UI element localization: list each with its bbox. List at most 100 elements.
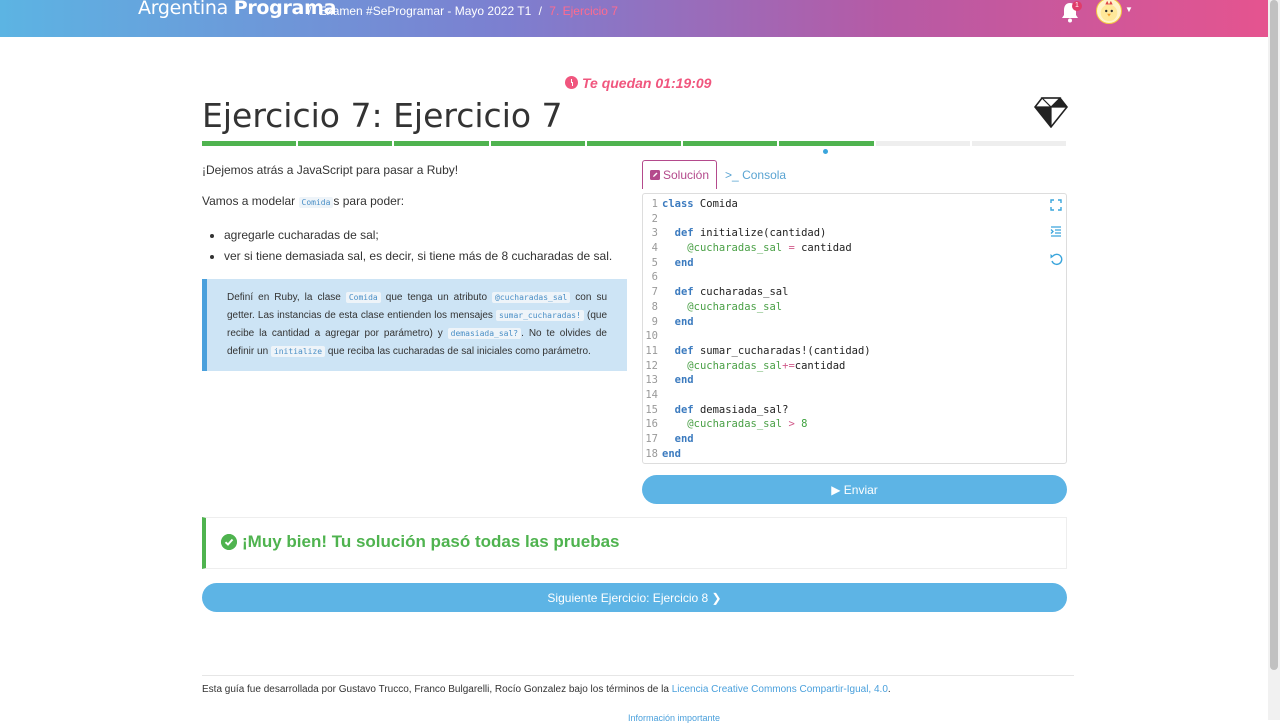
code-line: 7 def cucharadas_sal: [643, 285, 1066, 300]
tip-text: Definí en Ruby, la clase: [227, 292, 346, 303]
line-number: 8: [651, 300, 658, 313]
line-number: 10: [645, 330, 658, 343]
line-number: 14: [645, 388, 658, 401]
code-line: 5 end: [643, 256, 1066, 271]
line-number: 9: [651, 315, 658, 328]
code-line: 10: [643, 329, 1066, 344]
code-line: 8 @cucharadas_sal: [643, 300, 1066, 315]
progress-step-9[interactable]: [971, 141, 1066, 146]
code-line: 15 def demasiada_sal?: [643, 403, 1066, 418]
line-number: 4: [651, 242, 658, 255]
inline-code: Comida: [345, 292, 381, 303]
line-number: 1: [651, 198, 658, 210]
footer-text: Esta guía fue desarrollada por Gustavo T…: [202, 684, 672, 695]
inline-code: demasiada_sal?: [447, 328, 522, 339]
line-number: 6: [651, 271, 658, 284]
progress-step-3[interactable]: [394, 141, 489, 146]
model-text-post: s para poder:: [333, 194, 405, 208]
code-line: 14: [643, 388, 1066, 403]
line-number: 2: [651, 212, 658, 225]
instructions-box: Definí en Ruby, la clase Comida que teng…: [202, 279, 627, 371]
check-circle-icon: [221, 534, 237, 550]
model-text: Vamos a modelar Comida s para poder:: [202, 193, 627, 211]
breadcrumb-exam[interactable]: Examen #SeProgramar - Mayo 2022 T1: [319, 4, 532, 18]
line-number: 5: [651, 256, 658, 269]
progress-step-4[interactable]: [490, 141, 585, 146]
line-number: 17: [645, 433, 658, 445]
success-message: ¡Muy bien! Tu solución pasó todas las pr…: [242, 532, 620, 551]
code-line: 4 @cucharadas_sal = cantidad: [643, 241, 1066, 256]
play-icon: ▶: [831, 482, 844, 497]
next-exercise-button[interactable]: Siguiente Ejercicio: Ejercicio 8 ❯: [202, 583, 1067, 612]
scrollbar-thumb[interactable]: [1270, 0, 1278, 670]
inline-code: @cucharadas_sal: [492, 292, 571, 303]
inline-code: Comida: [298, 197, 334, 208]
indent-icon[interactable]: [1049, 225, 1063, 239]
footer-end: .: [887, 684, 891, 695]
intro-text: ¡Dejemos atrás a JavaScript para pasar a…: [202, 163, 459, 177]
tab-console-label: Consola: [742, 168, 787, 182]
progress-step-7[interactable]: [779, 141, 874, 146]
progress-step-1[interactable]: [202, 141, 297, 146]
inline-code: initialize: [270, 346, 326, 357]
line-number: 11: [645, 344, 658, 357]
exercise-progress-bar: [202, 141, 1066, 146]
code-line: 18 end: [643, 447, 1066, 462]
tip-text: que tenga un atributo: [380, 292, 493, 303]
code-editor[interactable]: 1 class Comida 2 3 def initialize(cantida…: [642, 193, 1067, 464]
list-item: ver si tiene demasiada sal, es decir, si…: [224, 246, 627, 267]
ruby-language-icon: [1034, 97, 1068, 128]
editor-tabs: Solución >_ Consola: [642, 160, 794, 189]
footer-divider: [202, 675, 1074, 676]
terminal-icon: >_: [725, 168, 739, 182]
fullscreen-icon[interactable]: [1049, 198, 1063, 212]
progress-step-8[interactable]: [875, 141, 970, 146]
next-exercise-label: Siguiente Ejercicio: Ejercicio 8: [547, 590, 709, 605]
breadcrumb: / Examen #SeProgramar - Mayo 2022 T1 / 7…: [304, 4, 618, 18]
tab-console[interactable]: >_ Consola: [717, 160, 794, 189]
code-line: 6: [643, 270, 1066, 285]
code-line: 16 @cucharadas_sal > 8: [643, 417, 1066, 432]
line-number: 16: [645, 418, 658, 431]
page-title: Ejercicio 7: Ejercicio 7: [202, 96, 563, 135]
code-line: 13 end: [643, 373, 1066, 388]
list-item: agregarle cucharadas de sal;: [224, 225, 627, 246]
code-line: 11 def sumar_cucharadas!(cantidad): [643, 344, 1066, 359]
tab-solution-label: Solución: [663, 168, 710, 182]
brand-light: Argentina: [138, 0, 228, 19]
progress-step-2[interactable]: [298, 141, 393, 146]
important-info-link[interactable]: Información importante: [628, 713, 720, 723]
requirements-list: agregarle cucharadas de sal; ver si tien…: [202, 225, 627, 267]
current-step-indicator: [823, 149, 828, 154]
breadcrumb-separator: /: [308, 4, 312, 18]
success-alert: ¡Muy bien! Tu solución pasó todas las pr…: [202, 517, 1067, 569]
code-line: 17 end: [643, 432, 1066, 447]
code-line: 1 class Comida: [643, 197, 1066, 212]
submit-button-label: Enviar: [843, 482, 878, 497]
undo-icon[interactable]: [1049, 252, 1063, 266]
line-number: 3: [651, 227, 658, 240]
line-number: 15: [645, 403, 658, 416]
submit-button[interactable]: ▶ Enviar: [642, 475, 1067, 504]
exercise-description: ¡Dejemos atrás a JavaScript para pasar a…: [202, 162, 627, 371]
inline-code: sumar_cucharadas!: [496, 310, 584, 321]
line-number: 7: [651, 286, 658, 299]
edit-icon: [650, 170, 660, 180]
progress-step-5[interactable]: [586, 141, 682, 146]
timer-text: Te quedan 01:19:09: [582, 75, 712, 91]
license-link[interactable]: Licencia Creative Commons Compartir-Igua…: [672, 684, 888, 695]
chevron-right-icon: ❯: [708, 590, 722, 605]
tab-solution[interactable]: Solución: [642, 160, 718, 189]
line-number: 13: [645, 374, 658, 387]
model-text-pre: Vamos a modelar: [202, 194, 299, 208]
line-number: 18: [645, 447, 658, 460]
progress-step-6[interactable]: [683, 141, 778, 146]
line-number: 12: [645, 359, 658, 372]
footer-credits: Esta guía fue desarrollada por Gustavo T…: [202, 684, 891, 695]
code-line: 9 end: [643, 315, 1066, 330]
code-line: 3 def initialize(cantidad): [643, 226, 1066, 241]
chevron-down-icon[interactable]: ▼: [1125, 5, 1133, 14]
clock-icon: [565, 76, 578, 89]
code-line: 2: [643, 212, 1066, 227]
tip-text: que reciba las cucharadas de sal inicial…: [325, 346, 591, 357]
